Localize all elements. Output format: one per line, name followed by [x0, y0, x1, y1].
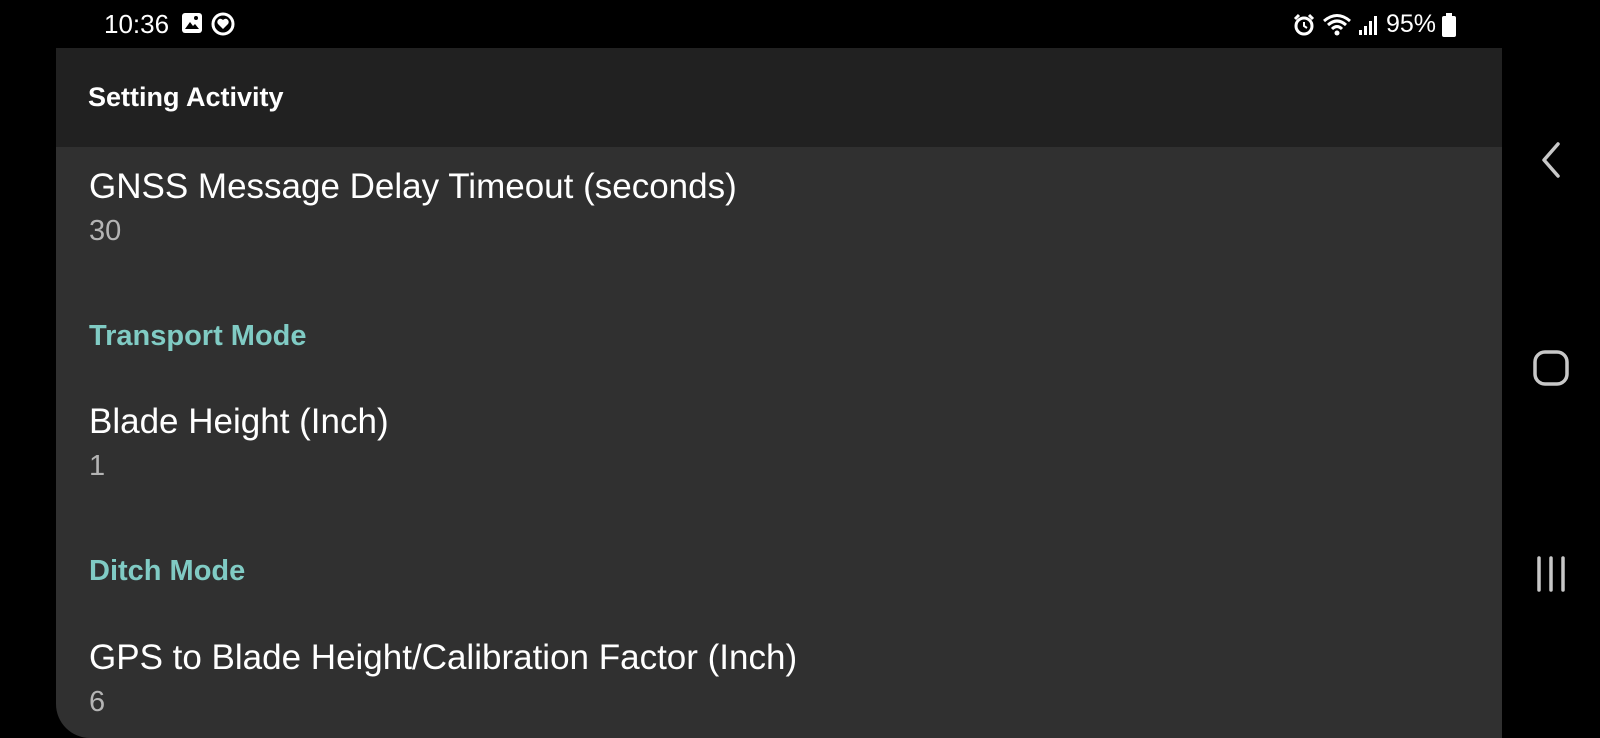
category-transport-mode: Transport Mode — [89, 320, 307, 352]
pref-gnss-timeout[interactable]: GNSS Message Delay Timeout (seconds) 30 — [89, 167, 737, 249]
pref-blade-height[interactable]: Blade Height (Inch) 1 — [89, 402, 389, 484]
status-time: 10:36 — [104, 9, 170, 39]
pref-title: GPS to Blade Height/Calibration Factor (… — [89, 638, 798, 677]
pref-gps-blade-calibration[interactable]: GPS to Blade Height/Calibration Factor (… — [89, 638, 797, 720]
home-icon[interactable] — [1502, 348, 1600, 388]
pref-title: GNSS Message Delay Timeout (seconds) — [89, 167, 737, 206]
image-notification-icon — [181, 12, 203, 36]
alarm-icon — [1292, 13, 1316, 37]
navigation-bar — [1502, 0, 1600, 738]
pref-value: 30 — [89, 215, 122, 247]
status-right: 95% — [1292, 10, 1456, 39]
pref-value: 1 — [89, 450, 106, 482]
settings-screen: Setting Activity GNSS Message Delay Time… — [56, 48, 1502, 738]
app-bar-title: Setting Activity — [88, 82, 284, 112]
notification-icons — [181, 12, 235, 36]
pref-value: 6 — [89, 686, 106, 718]
app-notification-icon — [211, 12, 235, 36]
pref-title: Blade Height (Inch) — [89, 402, 389, 441]
wifi-icon — [1322, 13, 1352, 37]
battery-icon — [1442, 12, 1456, 37]
recents-icon[interactable] — [1502, 554, 1600, 594]
status-bar: 10:36 95% — [0, 0, 1600, 48]
signal-icon — [1358, 14, 1380, 36]
back-icon[interactable] — [1502, 140, 1600, 180]
battery-percent: 95% — [1385, 10, 1436, 38]
app-bar: Setting Activity — [56, 48, 1502, 147]
category-ditch-mode: Ditch Mode — [89, 555, 246, 587]
